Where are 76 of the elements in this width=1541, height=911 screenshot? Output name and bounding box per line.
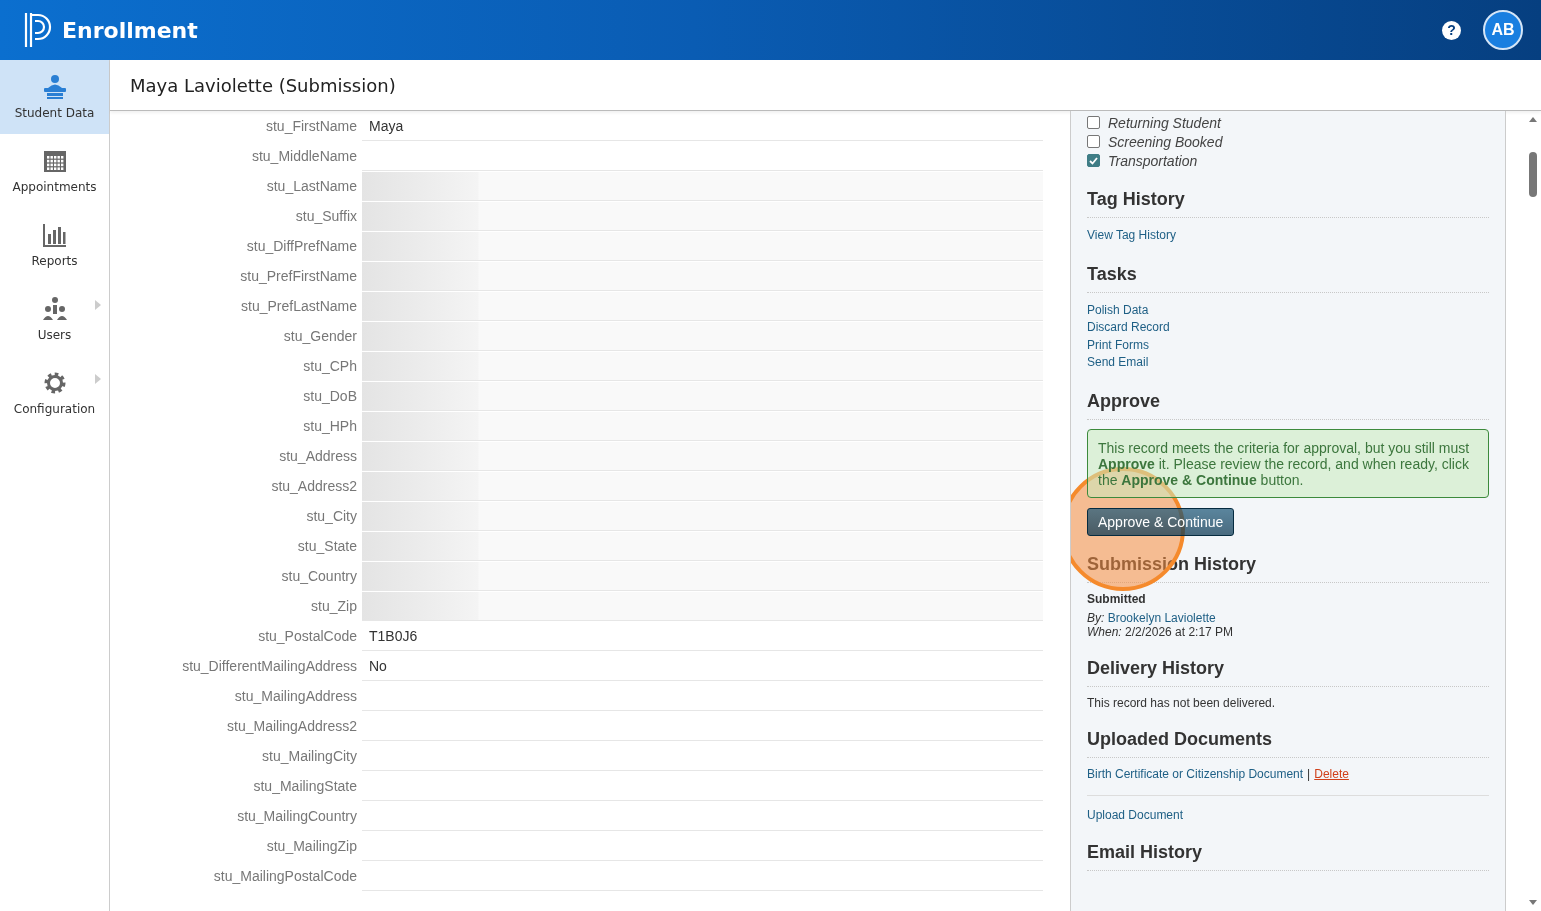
field-label: stu_HPh: [302, 418, 357, 434]
document-link[interactable]: Birth Certificate or Citizenship Document: [1087, 766, 1304, 781]
when-label: When:: [1087, 624, 1122, 639]
field-value: T1B0J6: [362, 621, 1043, 651]
field-label: stu_Country: [280, 568, 357, 584]
help-button[interactable]: ?: [1442, 20, 1461, 40]
page-title: Maya Laviolette (Submission): [130, 74, 396, 96]
section-heading: Submission History: [1087, 553, 1489, 583]
submitted-time: 2/2/2026 at 2:17 PM: [1125, 624, 1234, 639]
checkbox-label: Transportation: [1108, 152, 1198, 169]
task-link[interactable]: Print Forms: [1087, 336, 1149, 354]
upload-document-link[interactable]: Upload Document: [1087, 807, 1184, 822]
submission-status: Submitted: [1087, 591, 1147, 606]
field-label: stu_CPh: [302, 358, 357, 374]
field-label: stu_PrefLastName: [240, 298, 357, 314]
field-label: stu_MiddleName: [250, 148, 357, 164]
nav-item[interactable]: Reports: [0, 208, 109, 282]
section-heading: Delivery History: [1087, 657, 1489, 687]
approval-message: This record meets the criteria for approval, but you still must Approve it. Please review the record, and when ready, click the Approve & Continue button.: [1087, 428, 1489, 498]
field-label: stu_Address2: [270, 478, 357, 494]
field-label: stu_MailingPostalCode: [212, 868, 357, 884]
checkbox[interactable]: [1087, 116, 1100, 129]
checkbox[interactable]: [1087, 154, 1100, 167]
task-link[interactable]: Polish Data: [1087, 301, 1149, 319]
section-heading: Tag History: [1087, 189, 1489, 218]
task-link[interactable]: Send Email: [1087, 354, 1149, 372]
field-label: stu_Address: [278, 448, 357, 464]
nav-item[interactable]: Student Data: [0, 60, 109, 134]
field-label: stu_MailingAddress: [233, 688, 357, 704]
nav-item[interactable]: Users: [0, 282, 109, 356]
student-desk-icon: [41, 74, 68, 100]
section-heading: Tasks: [1087, 263, 1489, 293]
field-label: stu_City: [305, 508, 357, 524]
field-label: stu_PrefFirstName: [239, 268, 357, 284]
user-avatar[interactable]: AB: [1483, 10, 1523, 50]
field-label: stu_Suffix: [294, 208, 357, 224]
submitter-link[interactable]: Brookelyn Laviolette: [1107, 610, 1216, 625]
scroll-up-icon[interactable]: [1528, 116, 1538, 122]
scroll-down-icon[interactable]: [1528, 900, 1538, 906]
section-heading: Email History: [1087, 841, 1489, 871]
field-label: stu_MailingState: [252, 778, 357, 794]
users-icon: [41, 296, 68, 322]
approve-continue-button[interactable]: Approve & Continue: [1087, 507, 1235, 536]
checkbox-label: Returning Student: [1108, 114, 1221, 131]
checkbox-label: Screening Booked: [1108, 133, 1223, 150]
field-label: stu_MailingCity: [261, 748, 357, 764]
delivery-status: This record has not been delivered.: [1087, 695, 1277, 710]
section-heading: Uploaded Documents: [1087, 728, 1489, 758]
scrollbar-thumb[interactable]: [1529, 152, 1537, 197]
nav-item[interactable]: Appointments: [0, 134, 109, 208]
field-label: stu_DoB: [302, 388, 357, 404]
by-label: By:: [1087, 610, 1105, 625]
field-label: stu_PostalCode: [257, 628, 357, 644]
separator: |: [1307, 766, 1311, 781]
task-link[interactable]: Discard Record: [1087, 319, 1170, 337]
field-label: stu_Gender: [282, 328, 357, 344]
delete-link[interactable]: Delete: [1314, 766, 1349, 781]
field-label: stu_LastName: [265, 178, 357, 194]
bar-chart-icon: [41, 222, 68, 248]
field-value: No: [362, 651, 1043, 681]
section-heading: Approve: [1087, 390, 1489, 420]
checkbox[interactable]: [1087, 135, 1100, 148]
field-label: stu_MailingCountry: [236, 808, 357, 824]
field-label: stu_DifferentMailingAddress: [181, 658, 357, 674]
calendar-icon: [41, 148, 68, 174]
logo-icon: [24, 11, 54, 49]
field-label: stu_State: [296, 538, 357, 554]
field-label: stu_MailingAddress2: [226, 718, 357, 734]
field-label: stu_MailingZip: [265, 838, 357, 854]
field-label: stu_FirstName: [264, 118, 357, 134]
task-link[interactable]: View Tag History: [1087, 227, 1176, 245]
field-value: Maya: [362, 111, 1043, 141]
field-label: stu_DiffPrefName: [245, 238, 357, 254]
nav-item[interactable]: Configuration: [0, 356, 109, 430]
field-label: stu_Zip: [310, 598, 357, 614]
app-title: Enrollment: [62, 17, 198, 43]
